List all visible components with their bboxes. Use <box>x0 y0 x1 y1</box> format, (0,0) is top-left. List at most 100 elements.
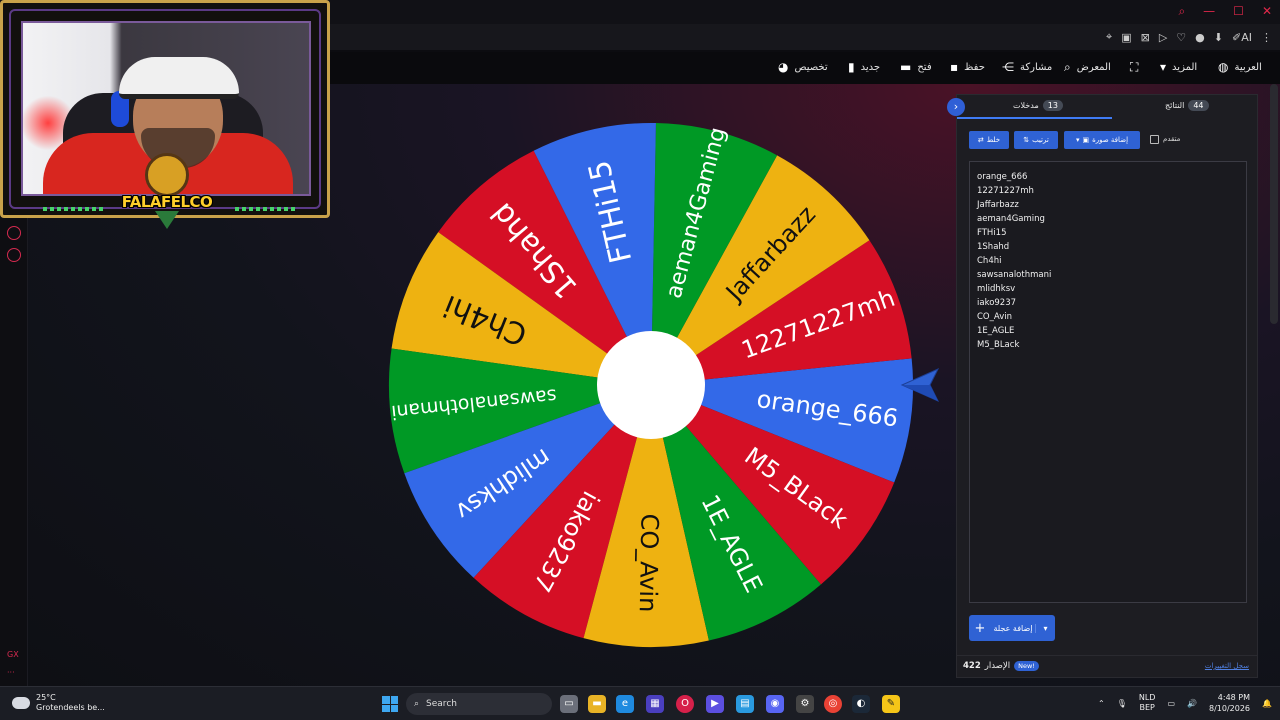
wheel-pointer-icon <box>900 367 940 403</box>
entry-item[interactable]: 12271227mh <box>977 184 1239 198</box>
camera-icon[interactable]: ⌖ <box>1106 30 1112 44</box>
wheel-segment-label: CO_Avin <box>634 513 664 612</box>
volume-icon[interactable]: 🔊 <box>1187 699 1197 708</box>
search-icon[interactable]: ⌕ <box>1178 4 1185 19</box>
chevron-down-icon[interactable]: ▾ <box>1035 623 1055 633</box>
active-tab-indicator <box>957 117 1112 119</box>
window-controls: ⌕ — ☐ ✕ <box>1178 4 1272 19</box>
panel-footer: 422 الإصدار New! سجل التغييرات <box>957 655 1257 677</box>
chevron-up-icon[interactable]: ⌃ <box>1098 699 1105 708</box>
edge-icon[interactable]: e <box>616 695 634 713</box>
tab-entries[interactable]: مدخلات 13 <box>1013 100 1063 111</box>
spin-wheel[interactable]: orange_666 12271227mh Jaffarbazz aeman4Gami… <box>386 120 916 650</box>
gx-label[interactable]: GX <box>7 650 19 659</box>
entry-item[interactable]: M5_BLack <box>977 338 1239 352</box>
open-button[interactable]: ▬ فتح <box>900 60 932 74</box>
chevron-down-icon: ▾ <box>1075 136 1080 144</box>
gallery-button[interactable]: ⌕ المعرض <box>1064 60 1111 75</box>
more-icon[interactable]: ··· <box>7 668 15 677</box>
share-icon: ⋲ <box>1002 60 1014 74</box>
app-icon-2[interactable]: ✎ <box>882 695 900 713</box>
sort-button[interactable]: ⇅ ترتيب <box>1014 131 1058 149</box>
entries-textarea[interactable]: orange_666 12271227mh Jaffarbazz aeman4Gami… <box>969 161 1247 603</box>
ai-button[interactable]: ✐AI <box>1232 31 1252 44</box>
customize-button[interactable]: ◕ تخصيص <box>778 60 828 74</box>
collapse-panel-button[interactable]: › <box>947 98 965 116</box>
clock[interactable]: 4:48 PM 8/10/2026 <box>1209 692 1250 714</box>
notification-icon[interactable]: 🔔 <box>1262 699 1272 708</box>
add-image-button[interactable]: ▾ ▣ إضافة صورة <box>1064 131 1140 149</box>
entry-item[interactable]: 1E_AGLE <box>977 324 1239 338</box>
new-button[interactable]: ▮ جديد <box>848 60 880 74</box>
globe-icon: ◍ <box>1218 60 1229 74</box>
save-button[interactable]: ▪ حفظ <box>950 60 985 74</box>
chrome-icon[interactable]: ◎ <box>824 695 842 713</box>
plus-icon: + <box>974 620 986 636</box>
download-icon[interactable]: ⬇ <box>1214 31 1223 44</box>
cloud-icon <box>12 697 30 709</box>
search-icon: ⌕ <box>414 699 420 709</box>
taskbar-search[interactable]: ⌕ Search <box>406 693 552 715</box>
panel-tabs: › مدخلات 13 النتائج 44 <box>947 95 1257 119</box>
changelog-link[interactable]: سجل التغييرات <box>1205 662 1249 670</box>
display-icon[interactable]: ▭ <box>1167 699 1175 708</box>
entry-item[interactable]: sawsanalothmani <box>977 268 1239 282</box>
close-button[interactable]: ✕ <box>1262 4 1272 19</box>
fullscreen-icon: ⛶ <box>1130 60 1139 74</box>
entry-item[interactable]: iako9237 <box>977 296 1239 310</box>
task-view-icon[interactable]: ▭ <box>560 695 578 713</box>
opera-gx-icon[interactable]: O <box>676 695 694 713</box>
results-count-badge: 44 <box>1188 100 1209 111</box>
app-icon[interactable]: ▤ <box>736 695 754 713</box>
search-icon: ⌕ <box>1064 60 1071 74</box>
wheel-center-button[interactable] <box>597 331 705 439</box>
entry-item[interactable]: mlidhksv <box>977 282 1239 296</box>
fullscreen-button[interactable]: ⛶ <box>1130 60 1138 75</box>
sort-icon: ⇅ <box>1023 136 1030 144</box>
entry-item[interactable]: aeman4Gaming <box>977 212 1239 226</box>
settings-icon[interactable] <box>7 248 21 262</box>
more-button[interactable]: ▾ المزيد <box>1160 60 1197 74</box>
screenshot-icon[interactable]: ▣ <box>1121 31 1131 44</box>
app-toolbar: ◍ العربية ▾ المزيد ⛶ ⌕ المعرض ⋲ مشاركة ▪ حفظ … <box>330 52 1280 84</box>
advanced-checkbox[interactable] <box>1150 135 1159 144</box>
entry-item[interactable]: 1Shahd <box>977 240 1239 254</box>
share-button[interactable]: ⋲ مشاركة <box>1002 60 1052 74</box>
microphone-icon[interactable]: 🎙 <box>1117 699 1127 708</box>
entries-actions: ⇄ خلط ⇅ ترتيب ▾ ▣ إضافة صورة متقدم <box>957 131 1257 149</box>
settings-icon[interactable]: ⚙ <box>796 695 814 713</box>
entry-item[interactable]: CO_Avin <box>977 310 1239 324</box>
file-explorer-icon[interactable]: ▬ <box>588 695 606 713</box>
maximize-button[interactable]: ☐ <box>1233 4 1244 19</box>
profile-icon[interactable]: ● <box>1195 31 1205 44</box>
media-player-icon[interactable]: ▶ <box>706 695 724 713</box>
add-wheel-button[interactable]: + إضافة عجلة ▾ <box>969 615 1055 641</box>
discord-icon[interactable]: ◉ <box>766 695 784 713</box>
entry-item[interactable]: Jaffarbazz <box>977 198 1239 212</box>
play-icon[interactable]: ▷ <box>1159 31 1167 44</box>
tab-results[interactable]: النتائج 44 <box>1165 100 1209 111</box>
weather-widget[interactable]: 25°C Grotendeels be... <box>12 693 105 713</box>
steam-icon[interactable]: ◐ <box>852 695 870 713</box>
start-button[interactable] <box>382 696 398 712</box>
sidebar-icon-2[interactable] <box>7 226 21 240</box>
caret-down-icon: ▾ <box>1160 60 1167 74</box>
page-scrollbar[interactable] <box>1270 84 1278 324</box>
shuffle-button[interactable]: ⇄ خلط <box>969 131 1009 149</box>
store-icon[interactable]: ▦ <box>646 695 664 713</box>
entry-item[interactable]: orange_666 <box>977 170 1239 184</box>
shield-icon[interactable]: ⊠ <box>1141 31 1150 44</box>
screen: ⌕ — ☐ ✕ ⌖ ▣ ⊠ ▷ ♡ ● ⬇ ✐AI ⋮ ◍ العربية ▾ ال… <box>0 0 1280 720</box>
system-tray: ⌃ 🎙 NLD BEP ▭ 🔊 4:48 PM 8/10/2026 🔔 <box>1098 692 1272 714</box>
entry-item[interactable]: Ch4hi <box>977 254 1239 268</box>
palette-icon: ◕ <box>778 60 789 74</box>
entry-item[interactable]: FTHi15 <box>977 226 1239 240</box>
logo-mascot-icon <box>145 153 189 197</box>
wheel-svg[interactable]: orange_66612271227mhJaffarbazzaeman4Gami… <box>386 120 916 650</box>
minimize-button[interactable]: — <box>1203 4 1215 19</box>
language-indicator[interactable]: NLD BEP <box>1139 693 1156 713</box>
menu-icon[interactable]: ⋮ <box>1261 31 1272 44</box>
webcam-overlay: FALAFELCO <box>0 0 330 229</box>
heart-icon[interactable]: ♡ <box>1176 31 1186 44</box>
language-button[interactable]: ◍ العربية <box>1218 60 1262 74</box>
